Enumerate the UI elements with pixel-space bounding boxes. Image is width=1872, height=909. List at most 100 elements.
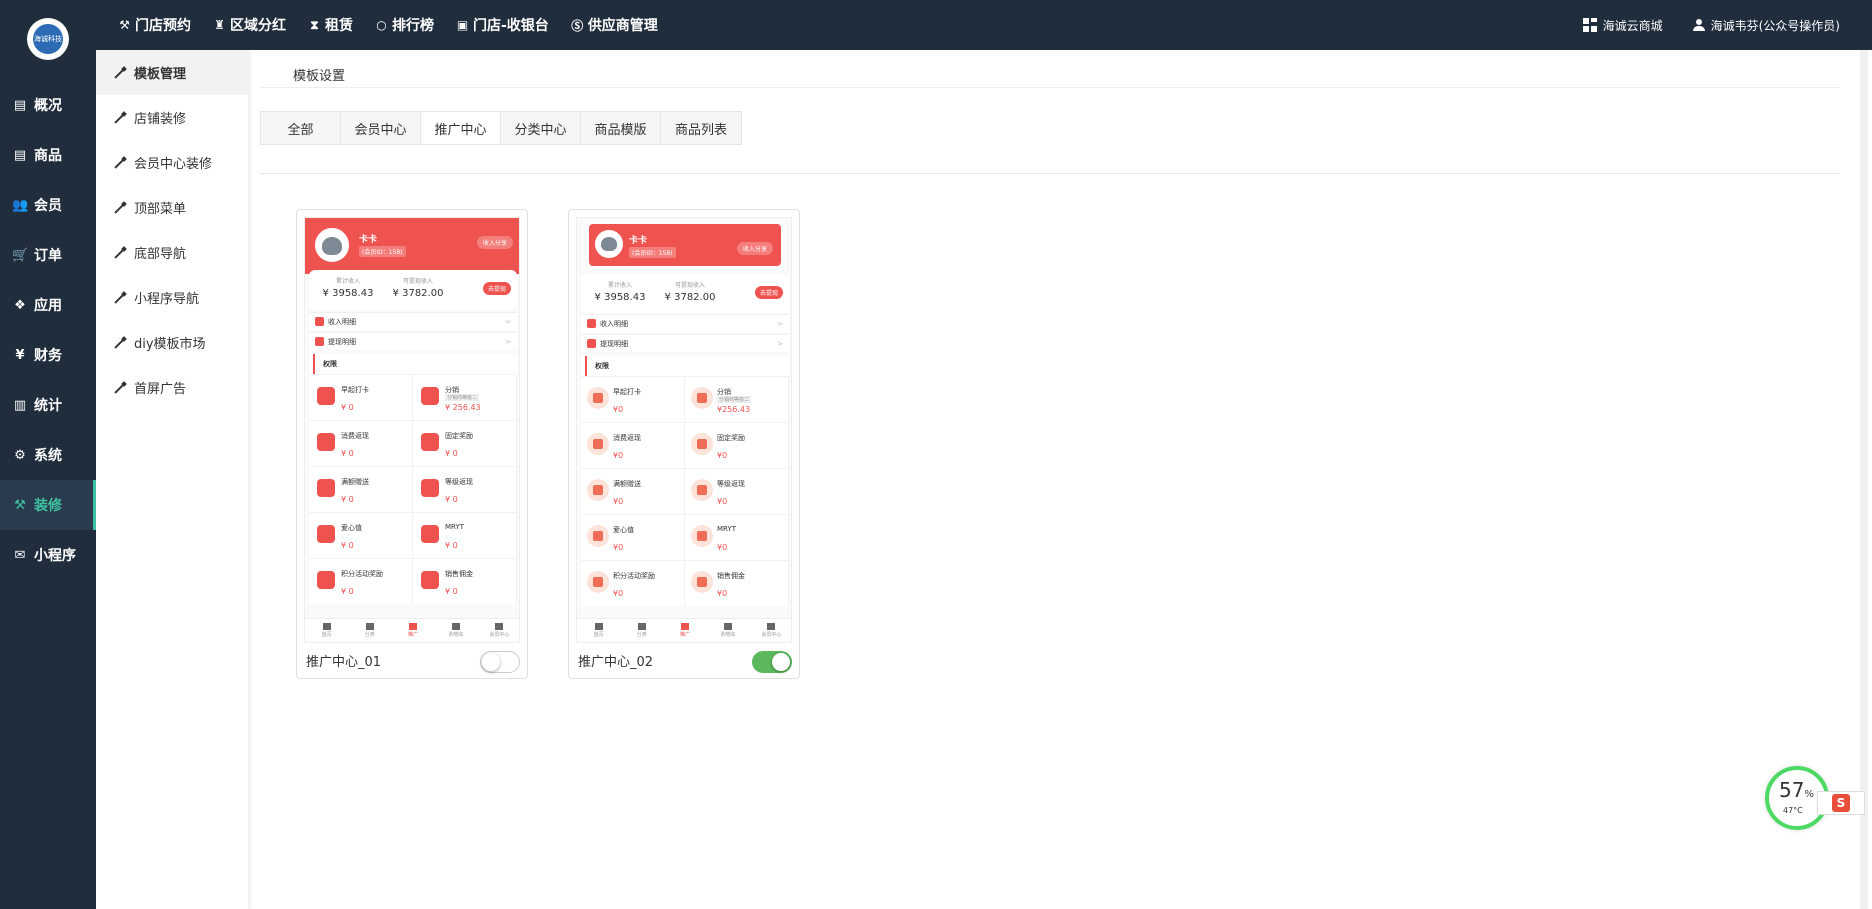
preview-tab: 会员中心 bbox=[478, 619, 519, 642]
permission-cell: 固定奖励 ¥0 bbox=[685, 422, 789, 468]
side-item[interactable]: ❖ 应用 bbox=[0, 280, 96, 330]
permission-icon bbox=[421, 479, 439, 497]
logo[interactable]: 海诚科技 bbox=[27, 18, 69, 60]
page-scrollbar[interactable] bbox=[1860, 50, 1868, 909]
preview-stat: 可提现收入 ¥ 3782.00 bbox=[383, 276, 453, 299]
top-nav-item[interactable]: ▣ 门店-收银台 bbox=[456, 15, 549, 35]
permission-cell: MRYT ¥ 0 bbox=[413, 512, 517, 558]
preview-row: 提现明细 bbox=[581, 334, 789, 352]
tab[interactable]: 推广中心 bbox=[421, 112, 501, 144]
template-card[interactable]: 卡卡 (会员ID：158) 收入分享 累计收入 ¥ 3958.43 可提现收入 ¥ 3782… bbox=[296, 209, 528, 679]
top-nav-item[interactable]: ♜ 区域分红 bbox=[213, 15, 286, 35]
top-nav-item[interactable]: ⚒ 门店预约 bbox=[118, 15, 191, 35]
ime-toolbar[interactable]: S bbox=[1817, 791, 1865, 815]
side-item-label: 系统 bbox=[34, 448, 62, 464]
preview-tabbar: 首页 分类 推广 购物车 会员中心 bbox=[577, 618, 791, 642]
circle-icon: ○ bbox=[376, 18, 387, 32]
template-preview[interactable]: 卡卡 (会员ID：158) 收入分享 累计收入 ¥ 3958.43 可提现收入 ¥ 3782… bbox=[304, 217, 520, 643]
preview-tab: 购物车 bbox=[435, 619, 478, 642]
permission-value: ¥ 0 bbox=[445, 587, 458, 596]
stat-value: ¥ 3958.43 bbox=[322, 288, 374, 299]
preview-tab: 推广 bbox=[391, 619, 434, 642]
permission-title: 销售佣金 bbox=[445, 570, 473, 578]
permission-icon bbox=[317, 525, 335, 543]
permission-value: ¥ 0 bbox=[341, 587, 354, 596]
torch-icon: ♜ bbox=[214, 18, 225, 32]
permission-cell: 分销 分销商等级二 ¥256.43 bbox=[685, 376, 789, 422]
shop-link[interactable]: 海诚云商城 bbox=[1582, 17, 1663, 34]
side-menu: ▤ 概况 ▤ 商品 👥 会员 🛒 订单 ❖ 应用 ¥ 财务 ▥ 统计 ⚙ 系统 ⚒ 装修 ✉ 小程序 bbox=[0, 80, 96, 580]
side-item[interactable]: ▥ 统计 bbox=[0, 380, 96, 430]
stat-label: 累计收入 bbox=[335, 278, 360, 285]
template-enable-toggle[interactable] bbox=[480, 651, 520, 673]
sub-menu-label: 店铺装修 bbox=[134, 112, 187, 127]
sub-menu-item[interactable]: 会员中心装修 bbox=[96, 140, 248, 185]
tab[interactable]: 商品模版 bbox=[581, 112, 661, 144]
side-item[interactable]: ¥ 财务 bbox=[0, 330, 96, 380]
side-item[interactable]: ⚙ 系统 bbox=[0, 430, 96, 480]
wallet-icon bbox=[587, 339, 596, 348]
side-item[interactable]: ▤ 商品 bbox=[0, 130, 96, 180]
permission-icon bbox=[317, 479, 335, 497]
permission-cell: 等级返现 ¥0 bbox=[685, 468, 789, 514]
side-item[interactable]: 👥 会员 bbox=[0, 180, 96, 230]
preview-stats: 累计收入 ¥ 3958.43 可提现收入 ¥ 3782.00 去提现 bbox=[309, 270, 517, 310]
tab[interactable]: 商品列表 bbox=[661, 112, 741, 144]
stat-value: ¥ 3782.00 bbox=[392, 288, 444, 299]
sub-menu-label: 会员中心装修 bbox=[134, 157, 213, 172]
preview-tab-label: 购物车 bbox=[448, 632, 464, 638]
sub-menu-item[interactable]: diy模板市场 bbox=[96, 320, 248, 365]
side-item[interactable]: ▤ 概况 bbox=[0, 80, 96, 130]
permission-value: ¥256.43 bbox=[717, 405, 751, 414]
shop-label: 海诚云商城 bbox=[1602, 18, 1663, 33]
side-item-label: 会员 bbox=[34, 198, 62, 214]
permission-title: 爱心值 bbox=[341, 524, 362, 532]
template-card[interactable]: 卡卡 (会员ID：158) 收入分享 累计收入 ¥ 3958.43 可提现收入 ¥ 3782… bbox=[568, 209, 800, 679]
preview-tab-label: 首页 bbox=[321, 632, 332, 638]
top-nav-item[interactable]: ○ 排行榜 bbox=[375, 15, 434, 35]
template-preview[interactable]: 卡卡 (会员ID：158) 收入分享 累计收入 ¥ 3958.43 可提现收入 ¥ 3782… bbox=[576, 217, 792, 643]
tab-icon bbox=[409, 623, 417, 630]
side-item[interactable]: 🛒 订单 bbox=[0, 230, 96, 280]
permission-icon bbox=[421, 571, 439, 589]
permission-title: 早起打卡 bbox=[613, 388, 641, 396]
preview-tab: 购物车 bbox=[707, 619, 750, 642]
sub-menu-item[interactable]: 底部导航 bbox=[96, 230, 248, 275]
skype-icon: Ⓢ bbox=[571, 18, 584, 33]
permission-cell: 满额赠送 ¥0 bbox=[581, 468, 685, 514]
side-item-label: 财务 bbox=[34, 348, 62, 364]
tab[interactable]: 分类中心 bbox=[501, 112, 581, 144]
preview-tab: 分类 bbox=[620, 619, 663, 642]
user-menu[interactable]: 海诚韦芬(公众号操作员) bbox=[1692, 17, 1840, 34]
sub-menu-item[interactable]: 首屏广告 bbox=[96, 365, 248, 410]
top-nav: ⚒ 门店预约 ♜ 区域分红 ⧗ 租赁 ○ 排行榜 ▣ 门店-收银台 Ⓢ 供应商管理 bbox=[118, 0, 658, 50]
sub-menu-label: 底部导航 bbox=[134, 247, 187, 262]
preview-tab: 分类 bbox=[348, 619, 391, 642]
top-nav-item[interactable]: Ⓢ 供应商管理 bbox=[571, 15, 658, 35]
permission-title: 等级返现 bbox=[445, 478, 473, 486]
side-item[interactable]: ✉ 小程序 bbox=[0, 530, 96, 580]
permission-title: 固定奖励 bbox=[717, 434, 745, 442]
sub-menu-item[interactable]: 模板管理 bbox=[96, 50, 248, 95]
preview-tab-label: 会员中心 bbox=[761, 632, 782, 638]
tab[interactable]: 全部 bbox=[261, 112, 341, 144]
permission-value: ¥ 0 bbox=[445, 449, 458, 458]
sub-menu-item[interactable]: 顶部菜单 bbox=[96, 185, 248, 230]
wallet-icon bbox=[315, 337, 324, 346]
permissions-title: 权限 bbox=[313, 354, 517, 374]
tab[interactable]: 会员中心 bbox=[341, 112, 421, 144]
preview-tab: 推广 bbox=[663, 619, 706, 642]
side-item[interactable]: ⚒ 装修 bbox=[0, 480, 96, 530]
preview-tab-label: 会员中心 bbox=[489, 632, 510, 638]
row-label: 提现明细 bbox=[328, 337, 356, 346]
stat-value: ¥ 3782.00 bbox=[664, 292, 716, 303]
template-enable-toggle[interactable] bbox=[752, 651, 792, 673]
permission-title: 满额赠送 bbox=[613, 480, 641, 488]
permission-value: ¥0 bbox=[613, 497, 624, 506]
top-nav-item[interactable]: ⧗ 租赁 bbox=[308, 15, 353, 35]
sub-menu-item[interactable]: 店铺装修 bbox=[96, 95, 248, 140]
permission-icon bbox=[317, 571, 335, 589]
preview-row: 收入明细 bbox=[581, 314, 789, 332]
permission-icon bbox=[587, 387, 609, 409]
sub-menu-item[interactable]: 小程序导航 bbox=[96, 275, 248, 320]
